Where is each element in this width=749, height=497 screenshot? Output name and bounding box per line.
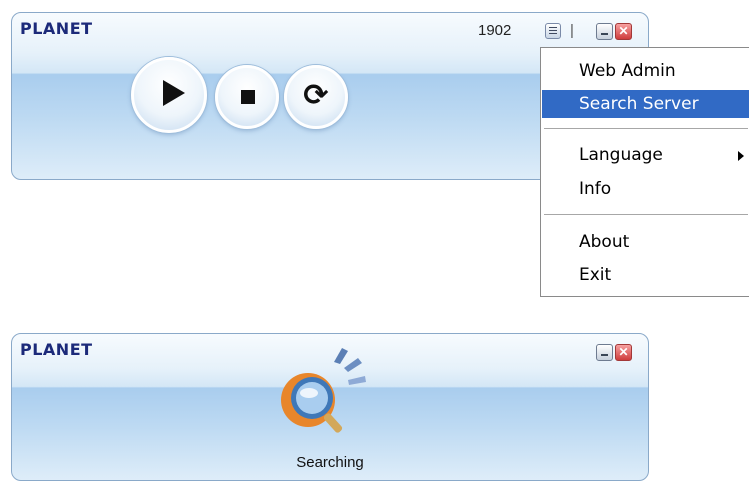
stop-icon: [241, 90, 255, 104]
searching-status: Searching: [296, 454, 364, 471]
submenu-arrow-icon: [738, 151, 744, 161]
refresh-button[interactable]: ⟳: [284, 65, 348, 129]
planet-logo: PLANET: [20, 340, 93, 359]
toolbar-separator: |: [570, 22, 574, 39]
close-button[interactable]: ✕: [615, 344, 632, 361]
menu-separator: [544, 214, 748, 215]
minimize-button[interactable]: [596, 23, 613, 40]
close-button[interactable]: ✕: [615, 23, 632, 40]
menu-line-icon: [549, 27, 557, 28]
menu-line-icon: [549, 33, 557, 34]
menu-item-label: Language: [579, 145, 663, 165]
context-menu: Web Admin Search Server Language Info Ab…: [540, 47, 749, 297]
play-button[interactable]: [131, 57, 207, 133]
planet-logo: PLANET: [20, 19, 93, 38]
menu-item-language[interactable]: Language: [542, 141, 749, 169]
port-number: 1902: [478, 22, 512, 39]
menu-item-about[interactable]: About: [542, 228, 749, 256]
menu-item-web-admin[interactable]: Web Admin: [542, 57, 749, 85]
play-icon: [163, 80, 185, 106]
menu-button[interactable]: [545, 23, 561, 39]
menu-line-icon: [549, 30, 557, 31]
menu-item-exit[interactable]: Exit: [542, 261, 749, 289]
stop-button[interactable]: [215, 65, 279, 129]
refresh-icon: ⟳: [303, 78, 329, 113]
menu-item-info[interactable]: Info: [542, 175, 749, 203]
menu-separator: [544, 128, 748, 129]
search-window: PLANET ✕ Searching: [11, 333, 649, 481]
menu-item-search-server[interactable]: Search Server: [542, 90, 749, 118]
minimize-button[interactable]: [596, 344, 613, 361]
magnifier-search-icon: [281, 348, 366, 433]
